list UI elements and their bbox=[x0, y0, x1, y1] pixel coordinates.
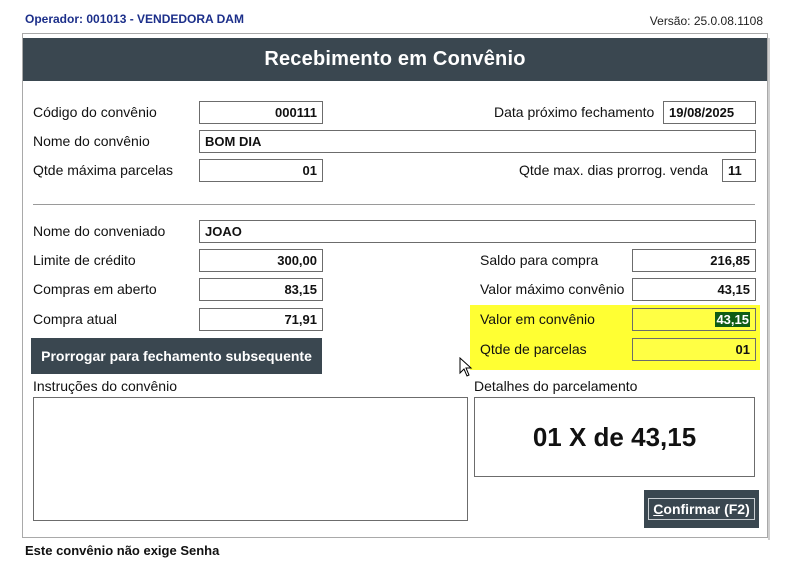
confirmar-button-label: Confirmar (F2) bbox=[648, 498, 755, 520]
nome-conveniado-label: Nome do conveniado bbox=[33, 223, 166, 239]
qtde-max-parcelas-label: Qtde máxima parcelas bbox=[33, 162, 174, 178]
detalhes-box: 01 X de 43,15 bbox=[474, 397, 755, 477]
mouse-cursor-icon bbox=[459, 357, 473, 377]
footer-note: Este convênio não exige Senha bbox=[25, 543, 220, 558]
nome-conveniado-field[interactable]: JOAO bbox=[199, 220, 756, 243]
valor-convenio-selected-text: 43,15 bbox=[715, 312, 750, 327]
codigo-convenio-field[interactable]: 000111 bbox=[199, 101, 323, 124]
confirmar-accesskey: C bbox=[653, 501, 664, 517]
prorrogar-button[interactable]: Prorrogar para fechamento subsequente bbox=[31, 338, 322, 374]
codigo-convenio-label: Código do convênio bbox=[33, 104, 157, 120]
data-fechamento-label: Data próximo fechamento bbox=[494, 104, 655, 120]
dialog-title: Recebimento em Convênio bbox=[23, 38, 767, 81]
valor-maximo-label: Valor máximo convênio bbox=[480, 281, 625, 297]
qtde-parcelas-label: Qtde de parcelas bbox=[480, 341, 587, 357]
instrucoes-textarea[interactable] bbox=[33, 397, 468, 521]
valor-maximo-field[interactable]: 43,15 bbox=[632, 278, 756, 301]
nome-convenio-label: Nome do convênio bbox=[33, 133, 150, 149]
qtde-max-parcelas-field[interactable]: 01 bbox=[199, 159, 323, 182]
section-divider bbox=[33, 204, 755, 205]
compra-atual-field[interactable]: 71,91 bbox=[199, 308, 323, 331]
compras-aberto-field[interactable]: 83,15 bbox=[199, 278, 323, 301]
dias-prorrog-label: Qtde max. dias prorrog. venda bbox=[519, 162, 709, 178]
valor-convenio-field[interactable]: 43,15 bbox=[632, 308, 756, 331]
compras-aberto-label: Compras em aberto bbox=[33, 281, 157, 297]
limite-credito-field[interactable]: 300,00 bbox=[199, 249, 323, 272]
qtde-parcelas-field[interactable]: 01 bbox=[632, 338, 756, 361]
version-label: Versão: 25.0.08.1108 bbox=[649, 14, 763, 28]
confirmar-button[interactable]: Confirmar (F2) bbox=[644, 490, 759, 528]
compra-atual-label: Compra atual bbox=[33, 311, 118, 327]
panel-shadow bbox=[768, 38, 770, 540]
operator-label: Operador: 001013 - VENDEDORA DAM bbox=[25, 12, 244, 26]
saldo-compra-label: Saldo para compra bbox=[480, 252, 599, 268]
confirmar-label-rest: onfirmar (F2) bbox=[663, 501, 750, 517]
valor-convenio-label: Valor em convênio bbox=[480, 311, 595, 327]
dias-prorrog-field[interactable]: 11 bbox=[722, 159, 756, 182]
data-fechamento-field[interactable]: 19/08/2025 bbox=[663, 101, 756, 124]
limite-credito-label: Limite de crédito bbox=[33, 252, 136, 268]
nome-convenio-field[interactable]: BOM DIA bbox=[199, 130, 756, 153]
saldo-compra-field[interactable]: 216,85 bbox=[632, 249, 756, 272]
instrucoes-label: Instruções do convênio bbox=[33, 378, 177, 394]
detalhes-label: Detalhes do parcelamento bbox=[474, 378, 638, 394]
